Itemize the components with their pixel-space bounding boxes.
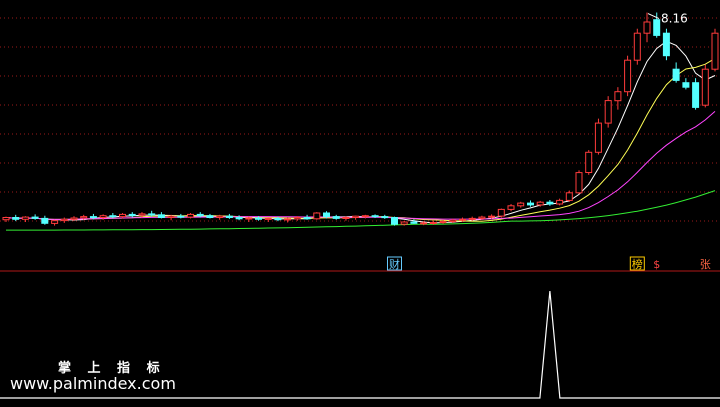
candle-up: [99, 215, 107, 218]
candle-down: [89, 216, 97, 219]
candle-up: [293, 217, 301, 220]
candle-up: [449, 219, 457, 222]
candle-up: [614, 91, 622, 102]
chart-stage: 8.16 财 榜 $ 张 掌 上 指 标 www.palmindex.com: [0, 0, 720, 403]
candle-up: [507, 205, 515, 210]
candle-down: [196, 213, 204, 217]
candle-down: [148, 213, 156, 216]
candle-up: [400, 221, 408, 225]
candle-up: [497, 208, 505, 217]
candle-up: [21, 216, 29, 220]
candle-down: [128, 213, 136, 216]
candlestick-chart: 8.16 财 榜 $ 张 掌 上 指 标 www.palmindex.com: [0, 12, 720, 399]
candle-down: [225, 215, 233, 218]
event-marker-label: 张: [700, 258, 711, 271]
watermark-url: www.palmindex.com: [10, 374, 176, 393]
candle-up: [439, 221, 447, 224]
candle-down: [41, 217, 49, 224]
candle-up: [284, 218, 292, 221]
candle-down: [255, 217, 262, 220]
candle-up: [138, 213, 146, 216]
candle-up: [556, 199, 564, 205]
candle-up: [352, 215, 360, 218]
candle-up: [80, 216, 88, 219]
candle-up: [604, 100, 612, 124]
candle-down: [371, 215, 379, 218]
event-marker-label: 榜: [632, 257, 643, 271]
candle-down: [274, 217, 282, 221]
candle-up: [167, 215, 175, 218]
candle-up: [2, 217, 10, 221]
candle-down: [672, 68, 680, 81]
candle-up: [701, 68, 709, 106]
candle-up: [361, 215, 369, 218]
candle-up: [517, 202, 525, 207]
candle-up: [536, 201, 544, 206]
candle-down: [692, 82, 700, 108]
candle-down: [157, 214, 165, 219]
candle-up: [575, 172, 583, 194]
candle-up: [624, 59, 632, 93]
candle-up: [420, 222, 428, 225]
candle-up: [594, 122, 602, 153]
candle-up: [429, 222, 437, 224]
watermark: 掌 上 指 标 www.palmindex.com: [10, 360, 176, 393]
candlestick-series: [2, 12, 719, 226]
price-grid: [0, 17, 720, 222]
candle-up: [51, 220, 59, 224]
candle-up: [488, 215, 496, 218]
candle-up: [711, 32, 719, 70]
candle-up: [313, 212, 321, 220]
event-marker-label: 财: [389, 257, 400, 271]
candle-up: [119, 213, 126, 218]
candle-down: [235, 217, 243, 220]
candle-down: [662, 32, 670, 57]
candle-down: [31, 216, 39, 219]
candle-down: [682, 82, 690, 88]
event-marker-label: $: [653, 258, 660, 271]
candle-down: [527, 202, 534, 206]
candle-up: [643, 21, 651, 34]
candle-up: [60, 218, 68, 222]
candle-down: [206, 215, 214, 218]
peak-price-label: 8.16: [661, 12, 688, 26]
candle-down: [332, 216, 340, 219]
candle-down: [653, 19, 661, 36]
candle-down: [109, 215, 117, 218]
peak-leader-line: [647, 13, 660, 19]
candle-up: [478, 216, 486, 219]
candle-down: [410, 221, 418, 224]
candle-up: [342, 217, 350, 219]
event-markers: 财 榜 $ 张: [386, 256, 711, 271]
candle-down: [12, 217, 20, 220]
candle-down: [546, 201, 554, 205]
candle-up: [245, 217, 253, 220]
candle-down: [177, 215, 185, 218]
candle-down: [323, 212, 330, 218]
candle-down: [381, 216, 389, 219]
moving-average-lines: [5, 40, 716, 231]
candle-up: [216, 215, 224, 218]
candle-up: [187, 213, 194, 218]
candle-down: [303, 217, 311, 220]
candle-up: [459, 218, 466, 221]
candle-up: [565, 192, 573, 201]
candle-down: [391, 217, 398, 225]
candle-up: [468, 217, 476, 220]
candle-up: [585, 151, 593, 174]
candle-up: [264, 217, 272, 220]
candle-up: [633, 32, 641, 61]
candle-up: [70, 217, 78, 220]
